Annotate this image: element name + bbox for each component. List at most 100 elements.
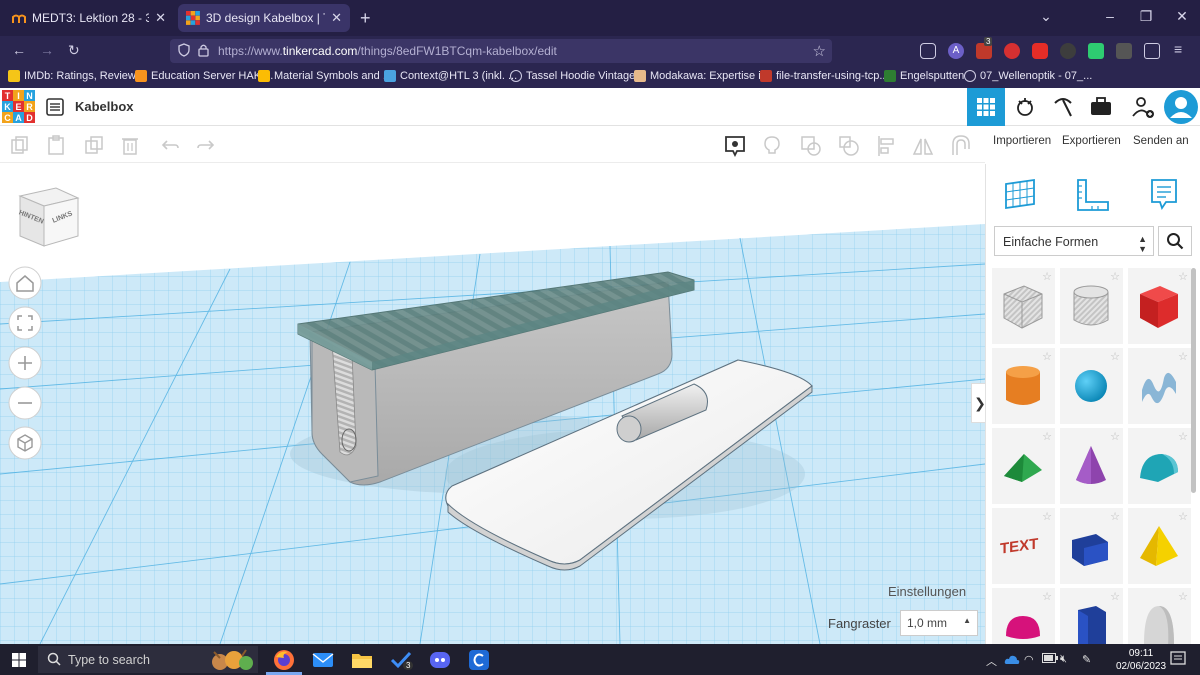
panel-scrollbar[interactable]	[1191, 268, 1196, 493]
shape-cone[interactable]: ☆	[1060, 428, 1123, 504]
tray-chevron-up-icon[interactable]: ︿	[986, 653, 997, 669]
bookmark-star-icon[interactable]: ☆	[813, 42, 826, 60]
menu-hamburger-icon[interactable]: ≡	[1174, 41, 1182, 57]
redo-icon[interactable]	[196, 135, 218, 155]
shape-text[interactable]: ☆ TEXT	[992, 508, 1055, 584]
pickaxe-icon[interactable]	[1044, 88, 1082, 126]
bookmark-item[interactable]: Tassel Hoodie Vintage...	[510, 70, 644, 82]
bookmark-item[interactable]: 07_Wellenoptik - 07_...	[964, 70, 1092, 82]
mirror-icon[interactable]	[912, 135, 934, 155]
ungroup-icon[interactable]	[838, 135, 860, 156]
workplane-tool-icon[interactable]	[1000, 174, 1040, 214]
ortho-view-button[interactable]	[8, 426, 42, 460]
shape-cylinder-hole[interactable]: ☆	[1060, 268, 1123, 344]
forward-icon[interactable]: →	[40, 42, 54, 58]
user-avatar[interactable]	[1162, 88, 1200, 126]
minimize-icon[interactable]: –	[1100, 8, 1120, 24]
fit-view-button[interactable]	[8, 306, 42, 340]
shape-round-roof[interactable]: ☆	[1128, 428, 1191, 504]
zoom-out-button[interactable]	[8, 386, 42, 420]
url-text[interactable]: https://www.tinkercad.com/things/8edFW1B…	[218, 44, 557, 58]
align-icon[interactable]	[876, 135, 898, 156]
shape-box-hole[interactable]: ☆	[992, 268, 1055, 344]
cruise-icon[interactable]	[950, 135, 972, 155]
account-a-icon[interactable]: A	[948, 43, 964, 59]
todo-taskbar-icon[interactable]: 3	[389, 648, 414, 672]
address-bar[interactable]: https://www.tinkercad.com/things/8edFW1B…	[170, 39, 832, 63]
wifi-icon[interactable]: ◠	[1024, 653, 1034, 666]
extensions-puzzle-icon[interactable]	[1144, 43, 1160, 59]
copy-icon[interactable]	[10, 135, 32, 155]
shape-pyramid[interactable]: ☆	[1128, 508, 1191, 584]
lock-icon[interactable]	[198, 43, 209, 57]
taskbar-clock[interactable]: 09:11 02/06/2023	[1116, 647, 1166, 673]
windows-start-icon[interactable]	[12, 653, 26, 667]
file-explorer-taskbar-icon[interactable]	[350, 648, 374, 672]
bookmark-item[interactable]: Context@HTL 3 (inkl. ...	[384, 70, 517, 82]
bookmark-item[interactable]: IMDb: Ratings, Review...	[8, 70, 144, 82]
bookmark-item[interactable]: Engelsputten	[884, 70, 964, 82]
design-list-icon[interactable]	[46, 98, 64, 116]
tab-medt3[interactable]: MEDT3: Lektion 28 - 3D Druckvo ✕	[4, 4, 174, 32]
close-window-icon[interactable]: ✕	[1172, 8, 1192, 25]
group-icon[interactable]	[800, 135, 822, 156]
import-button[interactable]: Importieren	[993, 135, 1051, 147]
workplane-canvas[interactable]	[0, 164, 985, 644]
close-tab-icon[interactable]: ✕	[331, 10, 342, 26]
discord-taskbar-icon[interactable]	[428, 648, 452, 672]
lightbulb-icon[interactable]	[762, 135, 784, 155]
document-title[interactable]: Kabelbox	[75, 99, 134, 114]
mail-taskbar-icon[interactable]	[311, 648, 335, 672]
workplane-viewport[interactable]: HINTEN LINKS Einstellungen Fangraster 1,…	[0, 164, 985, 644]
add-user-icon[interactable]	[1124, 88, 1162, 126]
notification-center-icon[interactable]	[1170, 651, 1186, 667]
c-app-taskbar-icon[interactable]	[467, 648, 491, 672]
shape-sphere[interactable]: ☆	[1060, 348, 1123, 424]
shape-scribble[interactable]: ☆	[1128, 348, 1191, 424]
back-icon[interactable]: ←	[12, 42, 26, 58]
settings-link[interactable]: Einstellungen	[888, 584, 966, 599]
briefcase-icon[interactable]	[1082, 88, 1120, 126]
codeblocks-icon[interactable]	[1006, 88, 1044, 126]
bookmark-item[interactable]: file-transfer-using-tcp...	[760, 70, 888, 82]
shape-box[interactable]: ☆	[1128, 268, 1191, 344]
pocket-icon[interactable]	[920, 43, 936, 59]
close-tab-icon[interactable]: ✕	[155, 10, 166, 26]
comment-view-icon[interactable]	[724, 135, 746, 157]
delete-icon[interactable]	[120, 135, 142, 155]
tab-tinkercad[interactable]: 3D design Kabelbox | Tinkercad ✕	[178, 4, 350, 32]
reload-icon[interactable]: ↻	[68, 42, 80, 59]
tab-list-chevron-icon[interactable]: ⌄	[1036, 8, 1056, 25]
mask-extension-icon[interactable]	[1116, 43, 1132, 59]
taskbar-search-box[interactable]: Type to search	[38, 646, 258, 673]
snap-grid-select[interactable]: 1,0 mm ▲	[900, 610, 978, 636]
bookmark-item[interactable]: Material Symbols and ...	[258, 70, 392, 82]
extension-icon[interactable]: 3	[976, 37, 993, 59]
shape-library-select[interactable]: Einfache Formen ▲ ▼	[994, 226, 1154, 256]
send-to-button[interactable]: Senden an	[1133, 135, 1189, 147]
colorful-extension-icon[interactable]	[1088, 43, 1104, 59]
firefox-taskbar-icon[interactable]	[272, 648, 296, 672]
battery-icon[interactable]	[1042, 653, 1058, 663]
3d-view-grid-icon[interactable]	[967, 88, 1005, 126]
pen-icon[interactable]: ✎	[1082, 653, 1091, 666]
volume-muted-icon[interactable]: 🔇︎	[1060, 653, 1067, 666]
bookmark-item[interactable]: Education Server HAK ...	[135, 70, 273, 82]
shape-prism[interactable]: ☆	[1060, 508, 1123, 584]
new-tab-icon[interactable]: +	[360, 8, 371, 29]
home-view-button[interactable]	[8, 266, 42, 300]
shape-roof[interactable]: ☆	[992, 428, 1055, 504]
youtube-icon[interactable]	[1032, 43, 1048, 59]
shape-cylinder[interactable]: ☆	[992, 348, 1055, 424]
restore-icon[interactable]: ❐	[1136, 8, 1156, 25]
tinkercad-logo[interactable]: T I N K E R C A D	[2, 90, 36, 124]
ruler-tool-icon[interactable]	[1072, 174, 1112, 214]
zoom-in-button[interactable]	[8, 346, 42, 380]
export-button[interactable]: Exportieren	[1062, 135, 1121, 147]
heart-extension-icon[interactable]	[1004, 43, 1020, 59]
notes-tool-icon[interactable]	[1144, 174, 1184, 214]
duplicate-icon[interactable]	[84, 135, 106, 155]
shield-icon[interactable]	[178, 43, 190, 57]
onedrive-icon[interactable]	[1004, 653, 1020, 665]
paste-icon[interactable]	[46, 135, 68, 155]
